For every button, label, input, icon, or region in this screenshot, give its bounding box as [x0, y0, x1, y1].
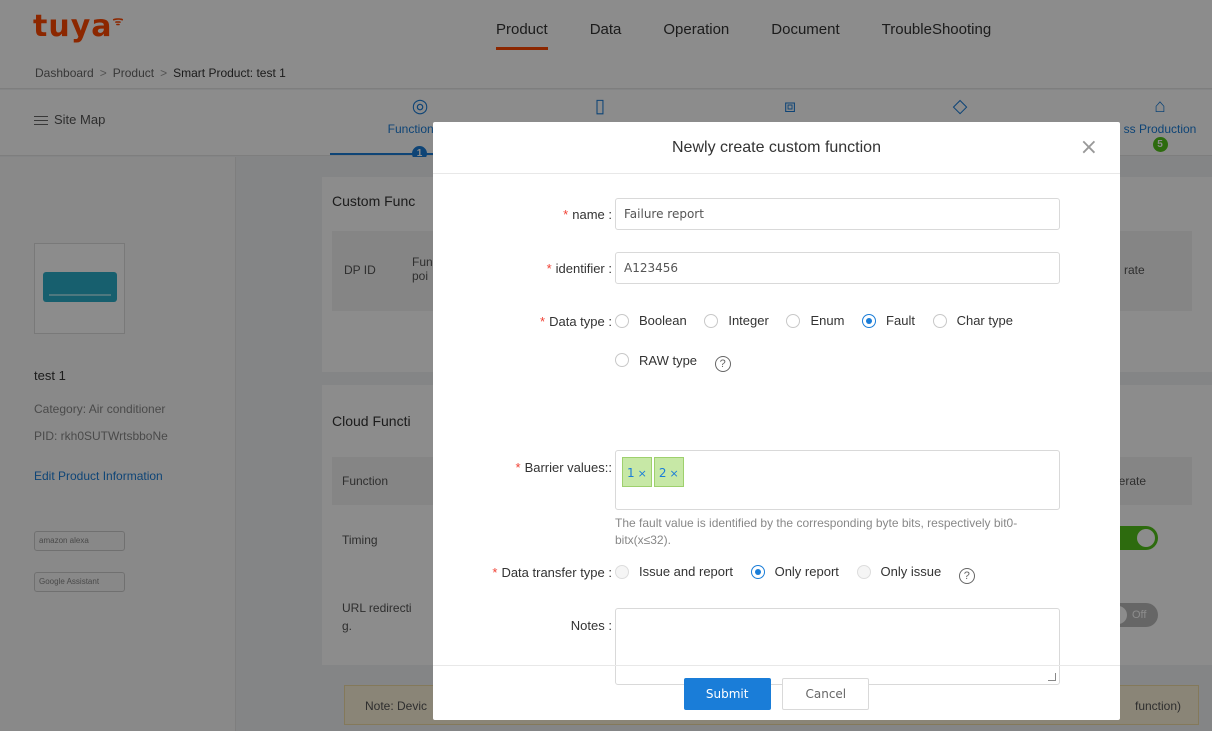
data-type-label: * Data type : [540, 314, 612, 329]
barrier-values-hint: The fault value is identified by the cor… [615, 516, 1018, 547]
help-icon[interactable]: ? [958, 567, 975, 584]
name-input[interactable]: Failure report [615, 198, 1060, 230]
identifier-label: * identifier : [546, 261, 612, 276]
radio-char-type[interactable]: Char type [932, 313, 1013, 328]
data-type-radio-group: Boolean Integer Enum Fault Char type RAW… [615, 313, 1085, 372]
barrier-values-label: * Barrier values:: [515, 460, 613, 475]
radio-issue-and-report[interactable]: Issue and report [615, 564, 733, 579]
dialog-header: Newly create custom function × [433, 122, 1120, 174]
create-function-dialog: Newly create custom function × * name : F… [433, 122, 1120, 720]
radio-only-issue[interactable]: Only issue [856, 564, 941, 579]
barrier-tag: 1 × [622, 457, 652, 487]
dialog-footer: Submit Cancel [433, 665, 1120, 720]
notes-label: Notes : [570, 618, 612, 633]
help-icon[interactable]: ? [714, 356, 731, 372]
radio-fault[interactable]: Fault [862, 313, 915, 328]
close-icon[interactable]: × [1080, 122, 1098, 174]
name-label: * name : [563, 207, 612, 222]
radio-raw-type[interactable]: RAW type [615, 353, 697, 368]
barrier-values-input[interactable]: 1 × 2 × [615, 450, 1060, 510]
data-transfer-type-label: * Data transfer type : [492, 565, 612, 580]
radio-enum[interactable]: Enum [786, 313, 844, 328]
identifier-input[interactable]: A123456 [615, 252, 1060, 284]
radio-integer[interactable]: Integer [704, 313, 769, 328]
dialog-title: Newly create custom function [672, 139, 881, 156]
radio-boolean[interactable]: Boolean [615, 313, 687, 328]
submit-button[interactable]: Submit [683, 678, 771, 710]
dialog-body: * name : Failure report * identifier : A12… [433, 174, 1120, 685]
cancel-button[interactable]: Cancel [782, 678, 870, 710]
remove-tag-icon[interactable]: × [670, 467, 679, 480]
radio-only-report[interactable]: Only report [750, 564, 839, 579]
remove-tag-icon[interactable]: × [638, 467, 647, 480]
data-transfer-radio-group: Issue and report Only report Only issue … [615, 564, 1085, 584]
barrier-tag: 2 × [653, 457, 684, 487]
